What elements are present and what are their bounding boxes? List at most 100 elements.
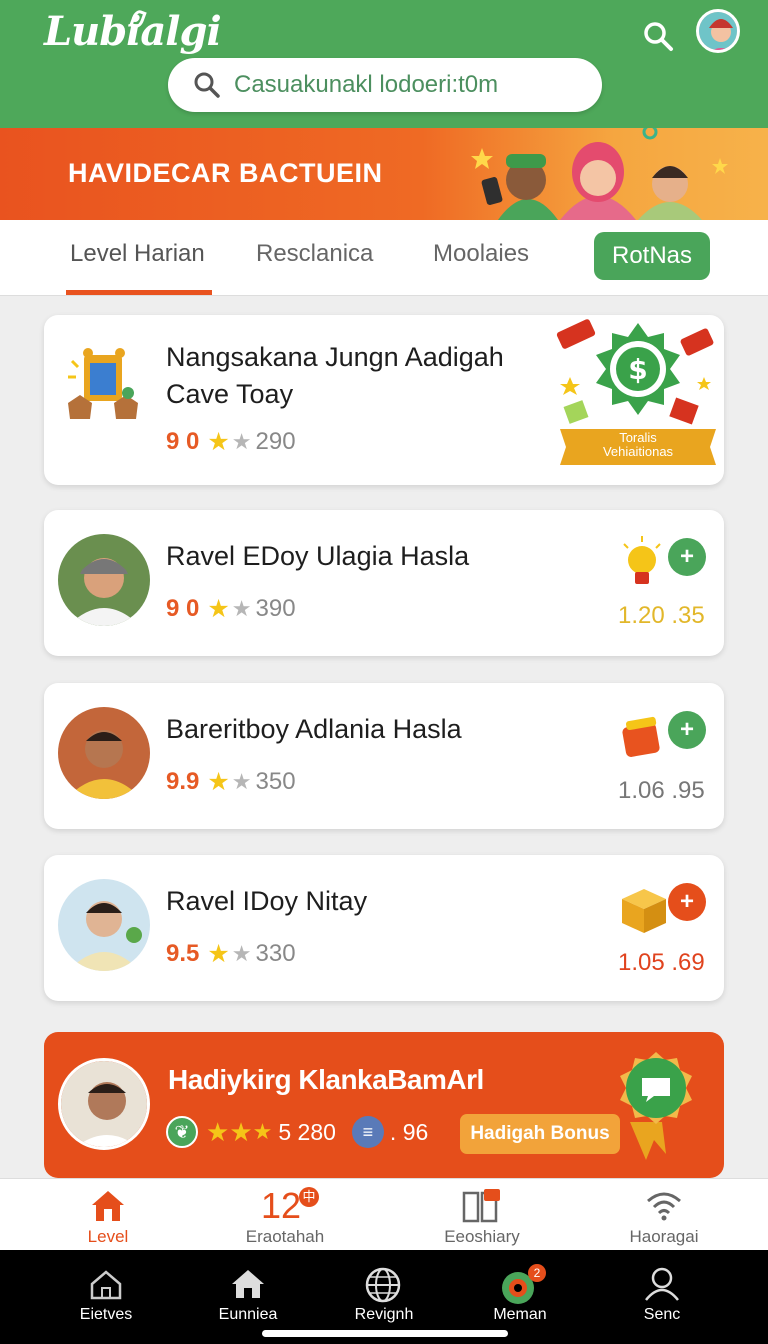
coin-icon: ≡ [351,1116,384,1148]
search-bar[interactable] [168,58,602,112]
item-title: Ravel IDoy Nitay [166,886,368,916]
item-rating: 9.9 ★ ★ 350 [166,767,296,797]
nav-eeoshiary[interactable]: Eeoshiary [412,1179,552,1251]
nav-eraotahah[interactable]: 12 中 Eraotahah [215,1179,355,1251]
nav-label: Meman [493,1306,547,1323]
item-value: 1.20 .35 [618,602,705,629]
promo-banner[interactable]: HAVIDECAR BACTUEIN [0,128,768,220]
badge-label: Vehiaitionas [603,444,674,459]
nav-label: Eietves [79,1306,133,1323]
star-icon: ★ [231,429,252,454]
rating-score: 9 0 [166,428,200,455]
review-count: 290 [255,428,296,455]
star-icon: ★ [252,1119,273,1144]
money-badge-icon: $ Toralis Vehiaitionas [556,319,716,465]
nav-haoragai[interactable]: Haoragai [594,1179,734,1251]
avatar [58,707,150,799]
item-value: 1.06 .95 [618,777,705,804]
star-icon: ★ [207,595,230,623]
tab-resclanica[interactable]: Resclanica [256,240,373,268]
star-icon: ★ [207,428,230,456]
item-subtitle: Cave Toay [166,379,294,409]
star-icon: ★ [231,769,252,794]
tab-rotnas[interactable]: RotNas [594,232,710,280]
item-rating: 9.5 ★ ★ 330 [166,939,296,969]
avatar [58,534,150,626]
nav-label: Eeoshiary [444,1227,520,1246]
star-icon: ★ [231,596,252,621]
wifi-icon [647,1192,681,1221]
home-outline-icon [90,1270,122,1300]
star-icon: ★ [206,1116,230,1147]
item-rating: 9 0 ★ ★ 290 [166,427,296,457]
home-icon [232,1270,264,1298]
home-icon [92,1191,124,1221]
star-icon: ★ [229,1116,253,1147]
rating-score: 9.9 [166,768,200,795]
nav-level[interactable]: Level [38,1179,178,1251]
tab-moolaies[interactable]: Moolaies [433,240,529,268]
add-icon[interactable]: + [668,883,706,921]
category-tabs: Level Harian Resclanica Moolaies RotNas [0,220,768,296]
review-count: 390 [255,595,296,622]
review-count: 350 [255,768,296,795]
nav-senc[interactable]: Senc [592,1250,732,1344]
nav-label: Eunniea [218,1306,278,1323]
avatar [58,1058,150,1150]
list-item[interactable]: Bareritboy Adlania Hasla 9.9 ★ ★ 350 + 1… [44,683,724,829]
item-value: 1.05 .69 [618,949,705,976]
item-title: Nangsakana Jungn Aadigah [166,342,504,372]
avatar [58,879,150,971]
lightbulb-icon [623,536,661,584]
gift-icon [622,716,660,757]
nav-label: Level [87,1227,129,1246]
search-icon[interactable] [640,18,676,54]
home-indicator[interactable] [262,1330,508,1337]
nav-label: Eraotahah [245,1227,325,1246]
review-count: 330 [255,940,296,967]
notification-badge: 2 [528,1264,546,1282]
list-item[interactable]: Ravel EDoy Ulagia Hasla 9 0 ★ ★ 390 + 1.… [44,510,724,656]
leaf-icon: ❦ [166,1116,198,1148]
badge-label: Toralis [619,430,657,445]
promo-title: Hadiykirg KlankaBamArl [168,1064,484,1095]
add-icon[interactable]: + [668,538,706,576]
banner-title: HAVIDECAR BACTUEIN [68,158,383,188]
nav-eietves[interactable]: Eietves [36,1250,176,1344]
globe-icon [365,1267,401,1303]
search-icon [194,72,220,98]
user-avatar[interactable] [696,9,740,53]
people-illustration [471,128,728,220]
promo-rating: ❦ ★ ★ ★ 5 280 ≡ . 96 [166,1116,428,1148]
item-title: Ravel EDoy Ulagia Hasla [166,541,470,571]
book-icon [462,1189,500,1223]
star-icon: ★ [207,940,230,968]
chat-medal-icon[interactable] [610,1050,702,1160]
nav-number: 12 [261,1185,302,1226]
promo-value: . 96 [389,1118,429,1145]
notification-badge-icon: 中 [299,1187,319,1207]
search-input[interactable] [234,66,584,104]
add-icon[interactable]: + [668,711,706,749]
item-title: Bareritboy Adlania Hasla [166,714,462,744]
rating-score: 9.5 [166,940,200,967]
featured-promo-card[interactable]: Hadiykirg KlankaBamArl ❦ ★ ★ ★ 5 280 ≡ .… [44,1032,724,1178]
list-item[interactable]: Nangsakana Jungn Aadigah Cave Toay 9 0 ★… [44,315,724,485]
active-tab-indicator [66,290,212,295]
star-icon: ★ [231,941,252,966]
nav-label: Revignh [354,1306,414,1323]
item-rating: 9 0 ★ ★ 390 [166,594,296,624]
tab-level-harian[interactable]: Level Harian [70,240,205,268]
user-icon [645,1267,679,1301]
nav-label: Haoragai [629,1227,699,1246]
list-item[interactable]: Ravel IDoy Nitay 9.5 ★ ★ 330 + 1.05 .69 [44,855,724,1001]
rating-score: 9 0 [166,595,200,622]
app-header: Lubialgi [0,0,768,128]
star-icon: ★ [207,768,230,796]
bottom-tab-bar: Level 12 中 Eraotahah Eeoshiary Haoragai [0,1178,768,1250]
treasure-icon [68,348,138,419]
promo-rating-count: 5 280 [278,1118,336,1145]
svg-text:$: $ [628,353,647,386]
gift-box-icon [622,889,666,933]
bonus-button[interactable]: Hadigah Bonus [460,1114,620,1154]
